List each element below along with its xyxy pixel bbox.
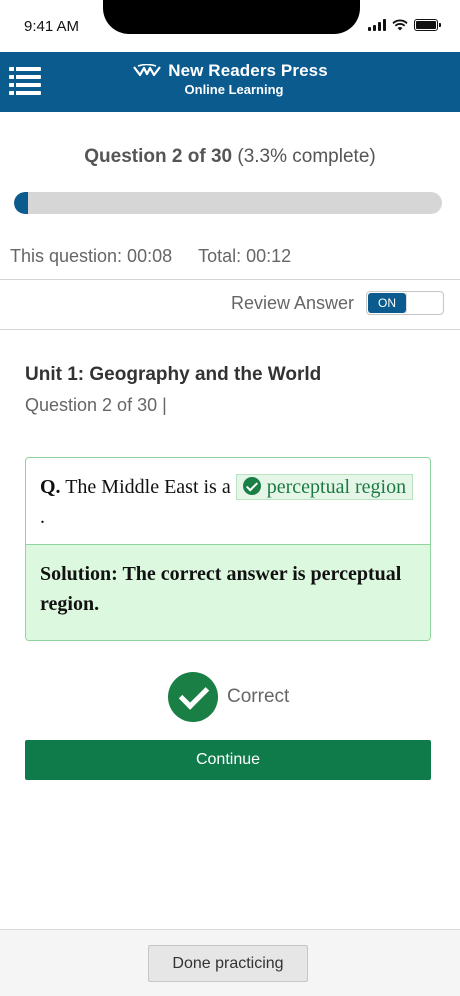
selected-answer: perceptual region: [235, 474, 414, 500]
progress-title-bold: Question 2 of 30: [84, 146, 233, 167]
check-circle-icon: [168, 672, 218, 722]
brand-subtitle: Online Learning: [184, 82, 284, 97]
divider: [0, 279, 460, 280]
book-logo-icon: [133, 64, 162, 77]
battery-icon: [414, 19, 441, 31]
progress-bar-fill: [14, 192, 29, 214]
status-time: 9:41 AM: [24, 18, 80, 35]
device-notch: [103, 0, 360, 34]
unit-title: Unit 1: Geography and the World: [25, 364, 322, 385]
question-suffix: .: [40, 506, 45, 528]
question-count: Question 2 of 30 |: [25, 395, 167, 415]
check-circle-icon: [242, 477, 261, 495]
question-text: Q. The Middle East is a perceptual regio…: [26, 458, 430, 544]
toggle-knob: [406, 293, 442, 313]
footer: Done practicing: [0, 929, 460, 996]
status-icons: [368, 19, 441, 31]
wifi-icon: [392, 19, 408, 31]
progress-title: Question 2 of 30 (3.3% complete): [0, 146, 460, 168]
timers: This question: 00:08 Total: 00:12: [10, 246, 291, 267]
status-bar: 9:41 AM: [0, 0, 460, 52]
divider: [0, 329, 460, 330]
selected-answer-text: perceptual region: [266, 476, 407, 498]
question-stem: The Middle East is a: [65, 476, 231, 498]
progress-title-percent: (3.3% complete): [237, 146, 376, 167]
solution-panel: Solution: The correct answer is perceptu…: [26, 544, 430, 640]
signal-icon: [368, 19, 386, 31]
app-header: New Readers Press Online Learning: [0, 52, 460, 112]
total-timer: Total: 00:12: [198, 246, 292, 266]
brand: New Readers Press Online Learning: [0, 61, 460, 97]
continue-button[interactable]: Continue: [25, 740, 431, 780]
question-prefix: Q.: [40, 476, 61, 498]
brand-name: New Readers Press: [168, 61, 328, 80]
review-answer-label: Review Answer: [230, 292, 354, 313]
done-practicing-button[interactable]: Done practicing: [148, 945, 308, 982]
toggle-on-label: ON: [368, 293, 406, 313]
question-timer: This question: 00:08: [10, 246, 173, 266]
question-card: Q. The Middle East is a perceptual regio…: [25, 457, 431, 641]
review-answer-row: Review Answer ON: [231, 291, 444, 315]
result-label: Correct: [227, 686, 290, 707]
review-answer-toggle[interactable]: ON: [366, 291, 444, 315]
progress-bar: [14, 192, 442, 214]
result-status: Correct: [168, 672, 289, 722]
